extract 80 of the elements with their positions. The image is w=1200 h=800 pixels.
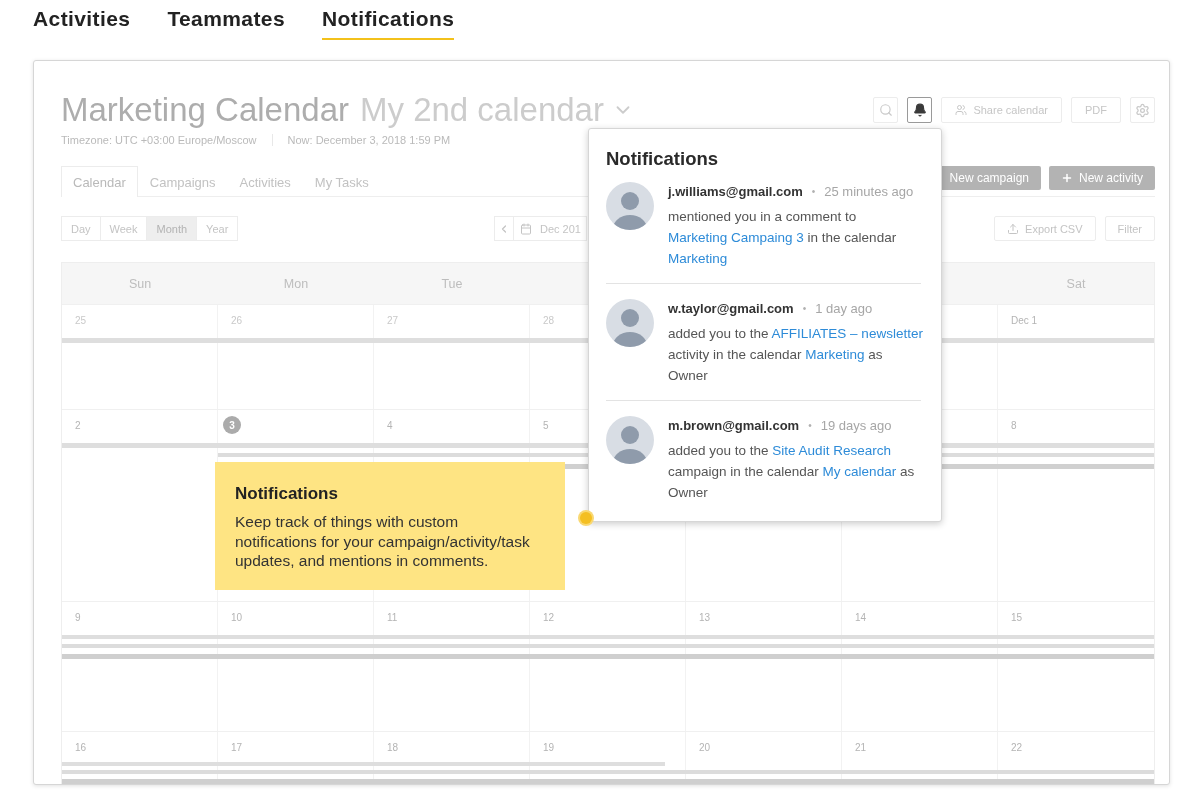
link[interactable]: Marketing Campaing 3 (668, 230, 804, 245)
date-number: 10 (231, 611, 243, 623)
calendar-icon (520, 222, 532, 235)
date-number: 18 (387, 741, 399, 753)
date-number: 16 (75, 741, 87, 753)
page-tab[interactable]: Activities (33, 0, 131, 40)
current-time-text: Now: December 3, 2018 1:59 PM (287, 133, 451, 147)
separator: • (802, 302, 807, 316)
date-number: 3 (223, 416, 241, 434)
date-number: 13 (699, 611, 711, 623)
calendar-title: Marketing Calendar (61, 91, 349, 129)
date-number: 15 (1011, 611, 1023, 623)
date-number: 14 (855, 611, 867, 623)
link[interactable]: My calendar (822, 464, 897, 479)
popup-title: Notifications (606, 147, 720, 171)
search-button[interactable] (873, 97, 899, 123)
date-number: 20 (699, 741, 711, 753)
weekday-label: Sun (128, 276, 152, 291)
date-number: 8 (1011, 419, 1017, 431)
sender-email: m.brown@gmail.com (668, 417, 800, 435)
search-icon (878, 103, 893, 117)
previous-button[interactable] (494, 216, 514, 241)
person-avatar-icon (606, 182, 654, 230)
view-button[interactable]: Year (196, 216, 239, 241)
share-button[interactable]: Share calendar (941, 97, 1062, 123)
hotspot-dot-icon (578, 510, 594, 526)
date-number: 17 (231, 741, 243, 753)
people-icon (955, 104, 968, 116)
date-number: 19 (543, 741, 555, 753)
link[interactable]: Marketing (805, 347, 865, 362)
plus-icon (1061, 172, 1073, 184)
date-number: 4 (387, 419, 393, 431)
weekday-label: Sat (1066, 276, 1086, 291)
new-item-button[interactable]: New activity (1049, 166, 1155, 190)
sender-email: w.taylor@gmail.com (668, 300, 794, 318)
bell-icon (912, 103, 927, 117)
calendar-tab[interactable]: Campaigns (137, 166, 228, 197)
time-ago: 25 minutes ago (824, 183, 914, 201)
filter-button[interactable]: Filter (1104, 216, 1155, 241)
date-number: Dec 1 (1011, 314, 1038, 326)
settings-button[interactable] (1130, 97, 1155, 123)
link[interactable]: Site Audit Research (772, 443, 891, 458)
view-button[interactable]: Week (99, 216, 148, 241)
separator: • (811, 185, 816, 199)
calendar-tab[interactable]: Activities (227, 166, 303, 197)
tooltip-title: Notifications (235, 483, 339, 505)
notification-message: added you to the Site Audit Research campaign in the calendar My calendar as Owner (668, 442, 916, 502)
toolbar-button[interactable]: PDF (1071, 97, 1121, 123)
date-number: 21 (855, 741, 867, 753)
upload-icon (1007, 222, 1020, 235)
notification-message: added you to the AFFILIATES – newsletter activity in the calendar Marketing as Owner (668, 325, 924, 385)
date-number: 5 (543, 419, 549, 431)
bell-button[interactable] (907, 97, 933, 123)
date-number: 2 (75, 419, 81, 431)
calendar-tab[interactable]: Calendar (61, 166, 138, 197)
notification-message: mentioned you in a comment to Marketing Campaing 3 in the calendar Marketing (668, 208, 898, 268)
link[interactable]: Marketing (668, 251, 728, 266)
date-number: 9 (75, 611, 81, 623)
weekday-label: Tue (441, 276, 463, 291)
weekday-label: Mon (283, 276, 309, 291)
person-avatar-icon (606, 299, 654, 347)
date-number: 11 (387, 611, 398, 623)
calendar-tab[interactable]: My Tasks (302, 166, 381, 197)
page-tab[interactable]: Notifications (322, 0, 455, 40)
view-button[interactable]: Day (61, 216, 101, 241)
tooltip-text: Keep track of things with custom notifications for your campaign/activity/task updates, and mentions in comments. (235, 512, 531, 571)
time-ago: 1 day ago (815, 300, 873, 318)
export-button[interactable]: Export CSV (994, 216, 1096, 241)
settings-icon (1135, 102, 1150, 118)
link[interactable]: AFFILIATES – newsletter (771, 326, 923, 341)
timezone-text: Timezone: UTC +03:00 Europe/Moscow (61, 133, 257, 147)
date-number: 12 (543, 611, 555, 623)
sender-email: j.williams@gmail.com (668, 183, 803, 201)
view-button[interactable]: Month (146, 216, 198, 241)
date-picker[interactable]: Dec 201 (513, 216, 587, 241)
separator: • (808, 419, 812, 433)
date-number: 22 (1011, 741, 1023, 753)
person-avatar-icon (606, 416, 654, 464)
page-tab[interactable]: Teammates (167, 0, 285, 40)
time-ago: 19 days ago (820, 417, 892, 435)
